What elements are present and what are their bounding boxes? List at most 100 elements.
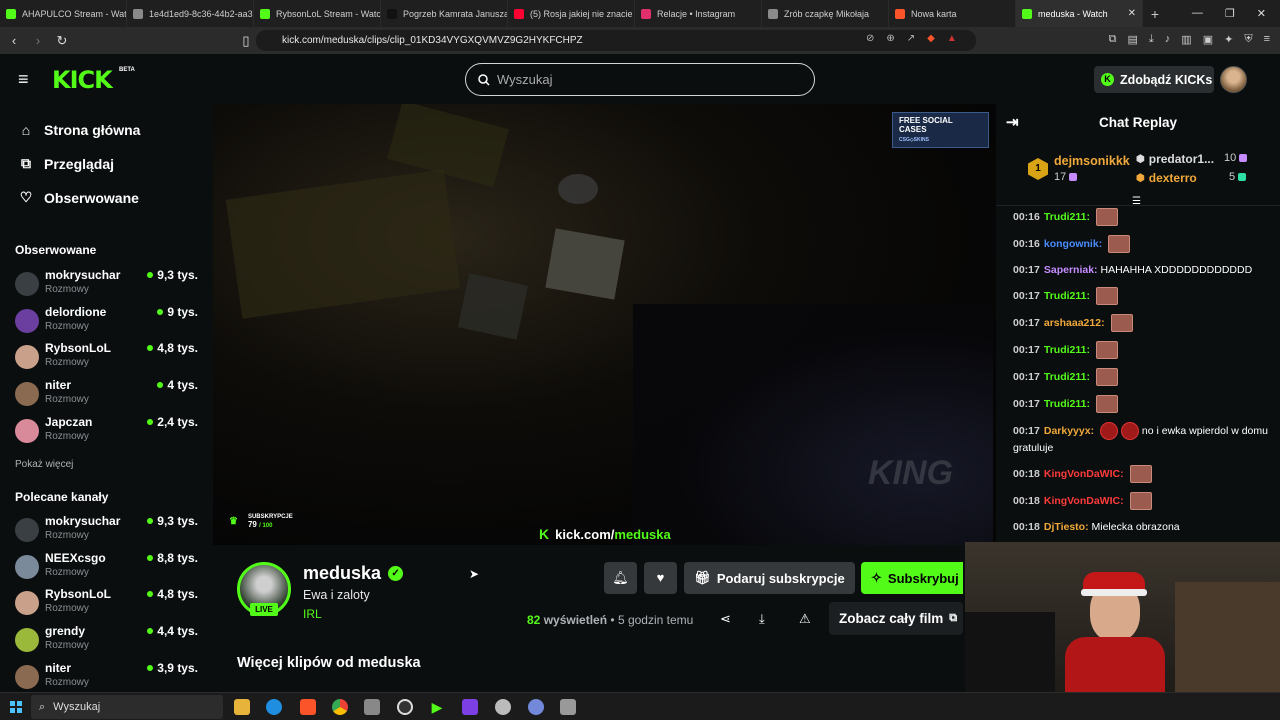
browser-tab[interactable]: (5) Rosja jakiej nie znacie	[508, 0, 635, 27]
message-user[interactable]: KingVonDaWIC:	[1044, 495, 1124, 507]
browser-tab[interactable]: AHAPULCO Stream - Watc	[0, 0, 127, 27]
twitch-icon[interactable]	[462, 699, 478, 715]
message-user[interactable]: Trudi211:	[1044, 344, 1090, 356]
windows-start-icon[interactable]	[10, 701, 22, 713]
channel-list-item[interactable]: delordione Rozmowy 9 tys.	[15, 305, 205, 341]
leader-3[interactable]: ⬢ dexterro	[1136, 171, 1197, 185]
notify-button[interactable]: 🔔︎	[604, 562, 637, 594]
channel-list-item[interactable]: niter Rozmowy 4 tys.	[15, 378, 205, 414]
user-avatar[interactable]	[1220, 66, 1247, 93]
channel-list-item[interactable]: grendy Rozmowy 4,4 tys.	[15, 624, 205, 660]
message-user[interactable]: KingVonDaWIC:	[1044, 468, 1124, 480]
chat-message: 00:17 Saperniak: HAHAHHA XDDDDDDDDDDDD	[1013, 262, 1275, 278]
leo-icon[interactable]: ✦	[1224, 33, 1233, 46]
back-icon[interactable]: ‹	[4, 33, 24, 48]
gift-icon	[1239, 154, 1248, 163]
shield-icon[interactable]: ◆	[927, 33, 935, 44]
browser-tab[interactable]: Nowa karta	[889, 0, 1016, 27]
channel-list-item[interactable]: RybsonLoL Rozmowy 4,8 tys.	[15, 341, 205, 377]
chat-replay-panel: ⇥ Chat Replay 1 dejmsonikkk 17 ⬢ predator…	[996, 104, 1280, 542]
rewards-icon[interactable]: ▲	[947, 33, 957, 44]
reload-icon[interactable]: ↻	[52, 33, 72, 49]
video-player[interactable]: KING FREE SOCIAL CASES CSG◇SKINS ♛ SUBSK…	[213, 104, 996, 545]
message-user[interactable]: Saperniak:	[1044, 264, 1098, 276]
leader-1-name[interactable]: dejmsonikkk	[1054, 154, 1130, 168]
message-user[interactable]: Trudi211:	[1044, 398, 1090, 410]
channel-list-item[interactable]: RybsonLoL Rozmowy 4,8 tys.	[15, 587, 205, 623]
chrome-icon[interactable]	[332, 699, 348, 715]
get-kicks-button[interactable]: K Zdobądź KICKs	[1094, 66, 1214, 93]
sidebar-icon[interactable]: ▥	[1181, 33, 1191, 46]
report-icon[interactable]: ⚠	[799, 611, 811, 627]
extensions-icon[interactable]: ⧉	[1109, 33, 1117, 46]
reader-icon[interactable]: ▤	[1128, 33, 1138, 46]
music-icon[interactable]: ♪	[1165, 33, 1171, 46]
close-tab-icon[interactable]: ✕	[1128, 8, 1136, 19]
minimize-icon[interactable]: —	[1192, 7, 1203, 20]
message-user[interactable]: DjTiesto:	[1044, 521, 1089, 533]
close-icon[interactable]: ✕	[1257, 7, 1266, 20]
tracking-icon[interactable]: ⊘	[866, 33, 874, 44]
category-link[interactable]: IRL	[303, 607, 322, 621]
file-explorer-icon[interactable]	[234, 699, 250, 715]
expand-leaderboard-icon[interactable]: ☰	[1132, 196, 1141, 207]
leader-2[interactable]: ⬢ predator1...	[1136, 152, 1214, 166]
message-user[interactable]: Trudi211:	[1044, 211, 1090, 223]
kick-logo[interactable]: KICK	[52, 66, 113, 94]
subscribe-button[interactable]: ✧ Subskrybuj	[861, 562, 963, 594]
discord-icon[interactable]	[528, 699, 544, 715]
share-icon[interactable]: ↗	[907, 33, 915, 44]
nav-home[interactable]: ⌂ Strona główna	[16, 122, 141, 138]
channel-list-item[interactable]: NEEXcsgo Rozmowy 8,8 tys.	[15, 551, 205, 587]
message-user[interactable]: Trudi211:	[1044, 371, 1090, 383]
channel-list-item[interactable]: mokrysuchar Rozmowy 9,3 tys.	[15, 268, 205, 304]
follow-button[interactable]: ♥	[644, 562, 677, 594]
search-input[interactable]: Wyszukaj	[465, 63, 815, 96]
browser-tab[interactable]: Pogrzeb Kamrata Janusza	[381, 0, 508, 27]
obs-icon[interactable]	[397, 699, 413, 715]
channel-category: Rozmowy	[45, 430, 89, 442]
browser-tab[interactable]: RybsonLoL Stream - Watc	[254, 0, 381, 27]
viewer-count-value: 9,3 tys.	[157, 268, 198, 282]
browser-tab[interactable]: 1e4d1ed9-8c36-44b2-aa3	[127, 0, 254, 27]
message-time: 00:16	[1013, 210, 1040, 223]
app-icon[interactable]	[364, 699, 380, 715]
nav-following[interactable]: ♡ Obserwowane	[16, 189, 139, 206]
webcam-scene	[1175, 582, 1280, 692]
nav-browse[interactable]: ⧉ Przeglądaj	[16, 155, 114, 172]
menu-icon[interactable]: ≡	[1264, 33, 1270, 46]
show-more-link[interactable]: Pokaż więcej	[15, 459, 73, 470]
bookmark-icon[interactable]: ▯	[236, 33, 256, 49]
message-user[interactable]: arshaaa212:	[1044, 317, 1105, 329]
taskbar-search[interactable]: ⌕ Wyszukaj	[31, 695, 223, 719]
channel-avatar	[15, 345, 39, 370]
watch-full-video-button[interactable]: Zobacz cały film ⧉	[829, 602, 963, 635]
zoom-icon[interactable]: ⊕	[886, 33, 894, 44]
browser-tab[interactable]: meduska - Watch ✕	[1016, 0, 1143, 27]
channel-list-item[interactable]: Japczan Rozmowy 2,4 tys.	[15, 415, 205, 451]
download-icon[interactable]: ⤓	[1149, 33, 1154, 46]
download-icon[interactable]: ⤓	[759, 611, 765, 627]
new-tab-icon[interactable]: +	[1143, 6, 1167, 22]
channel-list-item[interactable]: mokrysuchar Rozmowy 9,3 tys.	[15, 514, 205, 550]
message-user[interactable]: kongownik:	[1044, 238, 1102, 250]
brave-icon[interactable]	[300, 699, 316, 715]
channel-name[interactable]: meduska	[303, 563, 381, 584]
app-icon[interactable]	[560, 699, 576, 715]
browser-tab[interactable]: Zrób czapkę Mikołaja	[762, 0, 889, 27]
browser-tab[interactable]: Relacje • Instagram	[635, 0, 762, 27]
collapse-chat-icon[interactable]: ⇥	[1006, 104, 1019, 142]
message-user[interactable]: Darkyyyx:	[1044, 425, 1094, 437]
gift-subs-button[interactable]: 🎁︎ Podaruj subskrypcje	[684, 562, 855, 594]
share-icon[interactable]: ⋖	[720, 611, 731, 627]
kick-app-icon[interactable]: ▶	[429, 699, 445, 715]
edge-icon[interactable]	[266, 699, 282, 715]
vpn-icon[interactable]: ⛨	[1244, 33, 1252, 46]
sponsor-banner[interactable]: FREE SOCIAL CASES CSG◇SKINS	[892, 112, 989, 148]
app-icon[interactable]	[495, 699, 511, 715]
maximize-icon[interactable]: ❐	[1225, 7, 1235, 20]
message-user[interactable]: Trudi211:	[1044, 290, 1090, 302]
hamburger-icon[interactable]: ≡	[18, 69, 29, 90]
forward-icon[interactable]: ›	[28, 33, 48, 48]
wallet-icon[interactable]: ▣	[1203, 33, 1213, 46]
